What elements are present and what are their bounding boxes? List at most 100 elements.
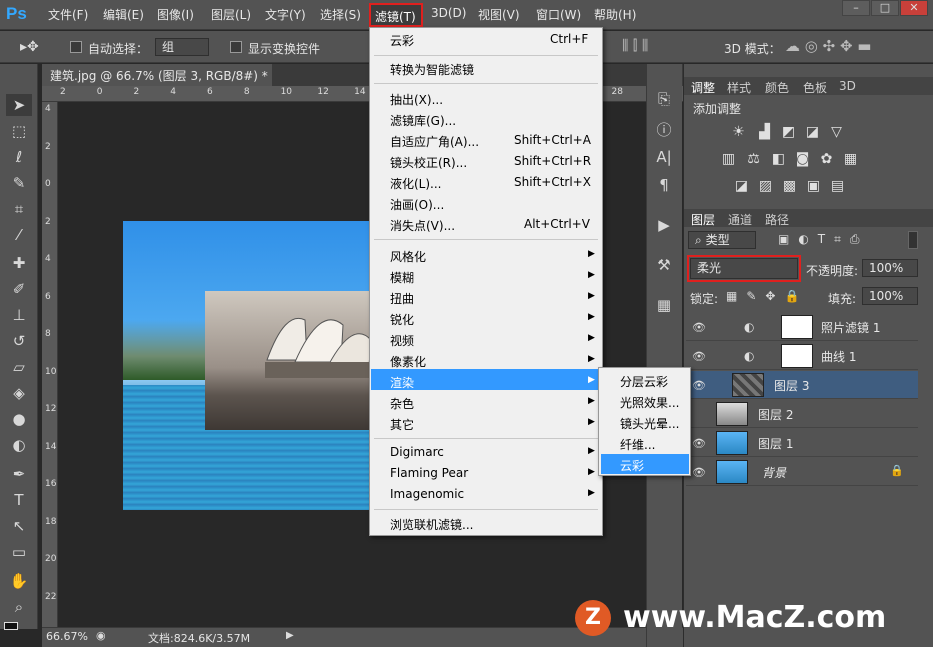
brush-tool-icon[interactable]: ✐ [6, 278, 32, 300]
menu-file[interactable]: 文件(F) [48, 6, 88, 23]
status-info-icon[interactable]: ◉ [96, 629, 106, 642]
menu-filter[interactable]: 滤镜(T) [369, 3, 423, 27]
menu-item-smart-filter[interactable]: 转换为智能滤镜 [390, 61, 474, 78]
hue-saturation-icon[interactable]: ▥ [720, 152, 737, 167]
status-menu-arrow-icon[interactable]: ▶ [286, 630, 294, 641]
auto-select-dropdown[interactable]: 组 [155, 38, 209, 56]
menu-item-flaming-pear[interactable]: Flaming Pear [390, 466, 468, 480]
shape-tool-icon[interactable]: ▭ [6, 541, 32, 563]
eyedropper-tool-icon[interactable]: ⁄ [6, 224, 32, 246]
threshold-icon[interactable]: ▩ [781, 179, 798, 194]
submenu-item-clouds[interactable]: 云彩 [620, 457, 644, 474]
menu-3d[interactable]: 3D(D) [431, 6, 466, 20]
menu-item-stylize[interactable]: 风格化 [390, 248, 426, 265]
menu-item-render[interactable]: 渲染 [390, 374, 414, 391]
visibility-eye-icon[interactable]: 👁 [692, 379, 706, 392]
opacity-input[interactable]: 100% [862, 259, 918, 277]
levels-icon[interactable]: ▟ [756, 125, 773, 140]
hand-tool-icon[interactable]: ✋ [6, 570, 32, 592]
close-button[interactable]: ✕ [900, 0, 928, 16]
tab-swatches[interactable]: 色板 [803, 79, 827, 96]
visibility-eye-icon[interactable]: 👁 [692, 466, 706, 479]
photo-filter-icon[interactable]: ◙ [794, 152, 811, 167]
tab-3d[interactable]: 3D [839, 79, 856, 93]
submenu-item-lens-flare[interactable]: 镜头光晕... [620, 415, 679, 432]
curves-icon[interactable]: ◩ [780, 125, 797, 140]
black-white-icon[interactable]: ◧ [770, 152, 787, 167]
layer-comps-icon[interactable]: ▦ [652, 296, 676, 316]
menu-item-lens-correction[interactable]: 镜头校正(R)... [390, 154, 467, 171]
layer-name[interactable]: 背景 [762, 464, 786, 481]
actions-panel-icon[interactable]: ▶ [652, 216, 676, 236]
layer-row-photo-filter[interactable]: 👁 ◐ 照片滤镜 1 [686, 313, 918, 341]
menu-item-pixelate[interactable]: 像素化 [390, 353, 426, 370]
vibrance-icon[interactable]: ▽ [828, 125, 845, 140]
menu-item-browse-online[interactable]: 浏览联机滤镜... [390, 516, 473, 533]
layer-name[interactable]: 照片滤镜 1 [821, 319, 880, 336]
layer-row-background[interactable]: 👁 背景 🔒 [686, 458, 918, 486]
crop-tool-icon[interactable]: ⌗ [6, 198, 32, 220]
menu-item-blur[interactable]: 模糊 [390, 269, 414, 286]
menu-item-imagenomic[interactable]: Imagenomic [390, 487, 464, 501]
submenu-item-lighting-effects[interactable]: 光照效果... [620, 394, 679, 411]
menu-item-noise[interactable]: 杂色 [390, 395, 414, 412]
menu-select[interactable]: 选择(S) [320, 6, 361, 23]
submenu-item-fibers[interactable]: 纤维... [620, 436, 655, 453]
menu-view[interactable]: 视图(V) [478, 6, 520, 23]
tab-channels[interactable]: 通道 [728, 211, 752, 228]
menu-item-clouds-last[interactable]: 云彩 [390, 32, 414, 49]
document-tab[interactable]: 建筑.jpg @ 66.7% (图层 3, RGB/8#) * × [42, 64, 272, 98]
color-balance-icon[interactable]: ⚖ [745, 152, 762, 167]
show-transform-checkbox[interactable] [230, 41, 242, 53]
menu-layer[interactable]: 图层(L) [211, 6, 251, 23]
maximize-button[interactable]: □ [871, 0, 899, 16]
dodge-tool-icon[interactable]: ◐ [6, 434, 32, 456]
menu-window[interactable]: 窗口(W) [536, 6, 581, 23]
menu-item-other[interactable]: 其它 [390, 416, 414, 433]
lasso-tool-icon[interactable]: ℓ [6, 146, 32, 168]
3d-mode-icons[interactable]: ☁ ◎ ✣ ✥ ▬ [785, 37, 871, 55]
lock-icons[interactable]: ▦✎✥🔒 [726, 289, 808, 303]
menu-item-oil-paint[interactable]: 油画(O)... [390, 196, 444, 213]
menu-type[interactable]: 文字(Y) [265, 6, 306, 23]
paint-bucket-tool-icon[interactable]: ◈ [6, 382, 32, 404]
blur-tool-icon[interactable]: ● [6, 408, 32, 430]
zoom-tool-icon[interactable]: ⌕ [6, 596, 32, 618]
paragraph-panel-icon[interactable]: ¶ [652, 176, 676, 196]
menu-item-sharpen[interactable]: 锐化 [390, 311, 414, 328]
filter-toggle[interactable] [908, 231, 918, 249]
menu-image[interactable]: 图像(I) [157, 6, 194, 23]
fill-input[interactable]: 100% [862, 287, 918, 305]
menu-item-digimarc[interactable]: Digimarc [390, 445, 444, 459]
menu-item-filter-gallery[interactable]: 滤镜库(G)... [390, 112, 456, 129]
menu-edit[interactable]: 编辑(E) [103, 6, 144, 23]
selective-color-icon[interactable]: ▣ [805, 179, 822, 194]
menu-item-vanishing-point[interactable]: 消失点(V)... [390, 217, 455, 234]
tab-styles[interactable]: 样式 [727, 79, 751, 96]
clone-stamp-tool-icon[interactable]: ⊥ [6, 304, 32, 326]
history-panel-icon[interactable]: ⎘ [652, 90, 676, 110]
quick-select-tool-icon[interactable]: ✎ [6, 172, 32, 194]
tab-adjustments[interactable]: 调整 [691, 79, 715, 96]
history-brush-tool-icon[interactable]: ↺ [6, 330, 32, 352]
color-lookup-icon[interactable]: ▦ [842, 152, 859, 167]
submenu-item-difference-clouds[interactable]: 分层云彩 [620, 373, 668, 390]
brightness-icon[interactable]: ☀ [730, 125, 747, 140]
visibility-eye-icon[interactable]: 👁 [692, 437, 706, 450]
marquee-tool-icon[interactable]: ⬚ [6, 120, 32, 142]
healing-brush-tool-icon[interactable]: ✚ [6, 252, 32, 274]
pen-tool-icon[interactable]: ✒ [6, 463, 32, 485]
layer-row-layer1[interactable]: 👁 图层 1 [686, 429, 918, 457]
layer-name[interactable]: 图层 2 [758, 406, 793, 423]
exposure-icon[interactable]: ◪ [804, 125, 821, 140]
move-tool-icon[interactable]: ➤ [6, 94, 32, 116]
layer-name[interactable]: 图层 3 [774, 377, 809, 394]
layer-name[interactable]: 图层 1 [758, 435, 793, 452]
menu-item-adaptive-wide-angle[interactable]: 自适应广角(A)... [390, 133, 479, 150]
invert-icon[interactable]: ◪ [733, 179, 750, 194]
tab-color[interactable]: 颜色 [765, 79, 789, 96]
layer-name[interactable]: 曲线 1 [821, 348, 856, 365]
layer-row-layer2[interactable]: 图层 2 [686, 400, 918, 428]
type-tool-icon[interactable]: T [6, 489, 32, 511]
menu-item-liquify[interactable]: 液化(L)... [390, 175, 442, 192]
